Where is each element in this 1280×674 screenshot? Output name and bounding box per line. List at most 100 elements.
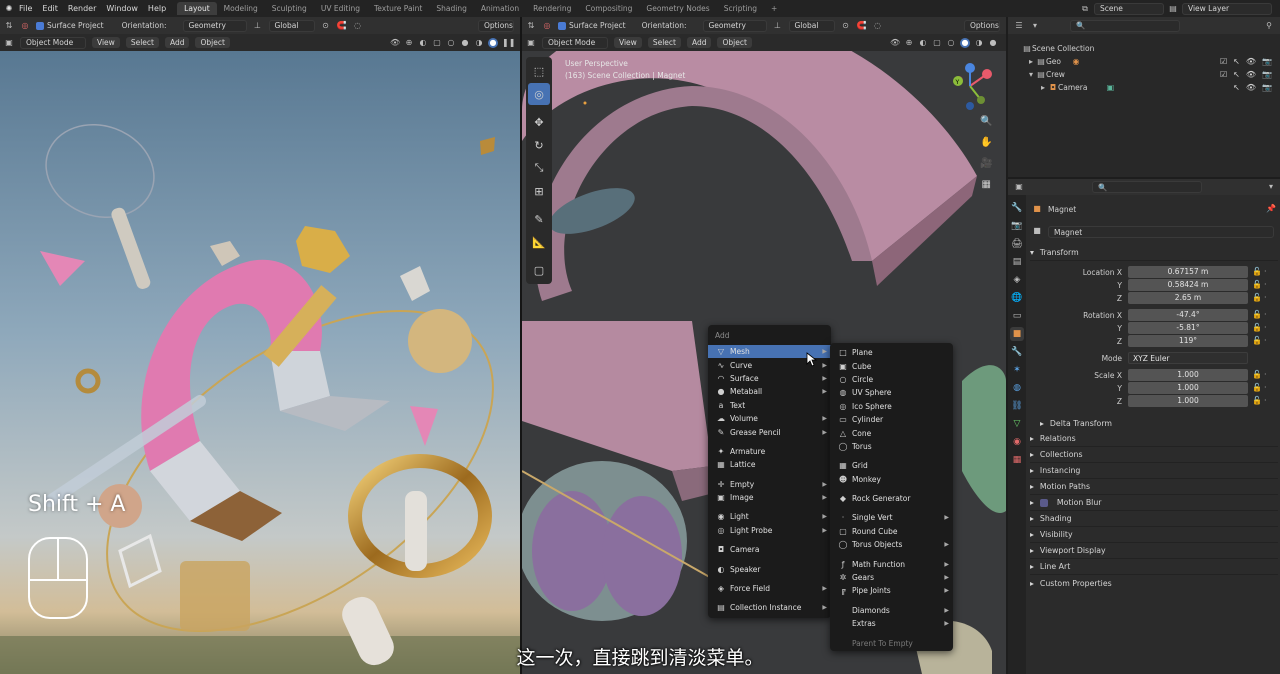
motion-blur-checkbox[interactable] <box>1039 498 1048 507</box>
add-menu-item-speaker[interactable]: ◐ Speaker <box>708 562 831 575</box>
proportional-edit-icon[interactable]: ◌ <box>873 21 883 31</box>
mesh-menu-item-uv-sphere[interactable]: ◍ UV Sphere <box>830 386 953 399</box>
pin-icon[interactable]: 📌 <box>1266 204 1276 214</box>
render-tab-icon[interactable]: 📷 <box>1010 219 1024 233</box>
display-mode-icon[interactable]: ▾ <box>1030 21 1040 31</box>
add-menu-item-image[interactable]: ▣ Image ▶ <box>708 491 831 504</box>
expand-arrow-icon[interactable]: ▾ <box>1026 70 1036 80</box>
snap-icon[interactable]: 🧲 <box>857 21 867 31</box>
add-menu-item-armature[interactable]: ✦ Armature <box>708 445 831 458</box>
tab-modeling[interactable]: Modeling <box>217 2 265 15</box>
add-menu-item-empty[interactable]: ✛ Empty ▶ <box>708 478 831 491</box>
camera-icon[interactable]: 📷 <box>1262 57 1272 66</box>
surface-project-toggle[interactable]: Surface Project <box>36 21 104 30</box>
keyframe-dot-icon[interactable]: · <box>1264 370 1267 379</box>
mesh-menu-item-math-function[interactable]: ƒ Math Function ▶ <box>830 557 953 570</box>
transform-tool[interactable]: ⊞ <box>528 180 550 202</box>
viewport-display-section[interactable]: ▸ Viewport Display <box>1030 543 1278 559</box>
collections-section[interactable]: ▸ Collections <box>1030 447 1278 463</box>
mesh-menu-item-gears[interactable]: ✲ Gears ▶ <box>830 571 953 584</box>
keyframe-dot-icon[interactable]: · <box>1264 293 1267 302</box>
eye-icon[interactable]: 👁 <box>1246 57 1256 66</box>
relations-section[interactable]: ▸ Relations <box>1030 431 1278 447</box>
surface-project-checkbox[interactable] <box>36 22 44 30</box>
object-name-field[interactable]: Magnet <box>1048 226 1274 238</box>
physics-tab-icon[interactable]: ◍ <box>1010 381 1024 395</box>
snap-icon[interactable]: 🧲 <box>337 21 347 31</box>
mode-select[interactable]: Object Mode <box>20 36 86 49</box>
lock-icon[interactable]: 🔓 <box>1252 323 1262 332</box>
tab-geometry-nodes[interactable]: Geometry Nodes <box>639 2 716 15</box>
transform-space-icon[interactable]: ⊥ <box>773 21 783 31</box>
tab-sculpting[interactable]: Sculpting <box>265 2 314 15</box>
cursor-tool[interactable]: ◎ <box>528 83 550 105</box>
mesh-menu-item-single-vert[interactable]: · Single Vert ▶ <box>830 511 953 524</box>
add-menu-item-force-field[interactable]: ◈ Force Field ▶ <box>708 582 831 595</box>
texture-tab-icon[interactable]: ▦ <box>1010 453 1024 467</box>
mesh-menu-item-cube[interactable]: ▣ Cube <box>830 359 953 372</box>
rotation-x-field[interactable]: -47.4° <box>1128 309 1248 321</box>
properties-editor-icon[interactable]: ▣ <box>1014 182 1024 192</box>
add-menu-item-text[interactable]: a Text <box>708 399 831 412</box>
grid-view-icon[interactable]: ▦ <box>982 179 991 190</box>
instancing-section[interactable]: ▸ Instancing <box>1030 463 1278 479</box>
menu-object[interactable]: Object <box>195 37 230 48</box>
camera-view-icon[interactable]: 🎥 <box>980 158 992 169</box>
visibility-section[interactable]: ▸ Visibility <box>1030 527 1278 543</box>
view-layer-icon[interactable]: ▤ <box>1168 4 1178 14</box>
options-button[interactable]: Options <box>964 19 1000 32</box>
keyframe-dot-icon[interactable]: · <box>1264 336 1267 345</box>
mesh-menu-item-ico-sphere[interactable]: ◎ Ico Sphere <box>830 400 953 413</box>
scale-z-field[interactable]: 1.000 <box>1128 395 1248 407</box>
lock-icon[interactable]: 🔓 <box>1252 396 1262 405</box>
mesh-menu-item-cone[interactable]: △ Cone <box>830 426 953 439</box>
eye-icon[interactable]: 👁 <box>1246 83 1256 92</box>
add-cube-tool[interactable]: ▢ <box>528 259 550 281</box>
visibility-icon[interactable]: 👁 <box>390 38 400 48</box>
properties-options-icon[interactable]: ▾ <box>1266 182 1276 192</box>
delta-transform-section[interactable]: ▸ Delta Transform <box>1030 415 1278 431</box>
options-button[interactable]: Options <box>478 19 514 32</box>
select-box-tool[interactable]: ⬚ <box>528 60 550 82</box>
filter-icon[interactable]: ⚲ <box>1264 21 1274 31</box>
location-x-field[interactable]: 0.67157 m <box>1128 266 1248 278</box>
rotation-mode-select[interactable]: XYZ Euler <box>1128 352 1248 364</box>
collection-tab-icon[interactable]: ▭ <box>1010 309 1024 323</box>
pivot-icon[interactable]: ⊙ <box>841 21 851 31</box>
scale-x-field[interactable]: 1.000 <box>1128 369 1248 381</box>
select-arrow-icon[interactable]: ↖ <box>1233 83 1240 92</box>
mesh-menu-item-torus-objects[interactable]: ◯ Torus Objects ▶ <box>830 538 953 551</box>
overlay-icon[interactable]: ◐ <box>918 38 928 48</box>
motion-blur-section[interactable]: ▸ Motion Blur <box>1030 495 1278 511</box>
pan-hand-icon[interactable]: ✋ <box>980 137 992 148</box>
rendered-shading-icon[interactable]: ● <box>988 38 998 48</box>
mesh-menu-item-circle[interactable]: ○ Circle <box>830 373 953 386</box>
pivot-icon[interactable]: ⊙ <box>321 21 331 31</box>
properties-search[interactable]: 🔍 <box>1092 181 1202 193</box>
mesh-menu-item-extras[interactable]: Extras ▶ <box>830 617 953 630</box>
tab-layout[interactable]: Layout <box>177 2 217 15</box>
menu-select[interactable]: Select <box>125 37 159 48</box>
menu-add[interactable]: Add <box>164 37 190 48</box>
navigation-gizmo[interactable]: Y <box>950 58 1000 116</box>
lock-icon[interactable]: 🔓 <box>1252 383 1262 392</box>
world-tab-icon[interactable]: 🌐 <box>1010 291 1024 305</box>
outliner-editor-icon[interactable]: ☰ <box>1014 21 1024 31</box>
constraints-tab-icon[interactable]: ⛓ <box>1010 399 1024 413</box>
menu-edit[interactable]: Edit <box>37 4 63 13</box>
menu-window[interactable]: Window <box>101 4 143 13</box>
modifier-tab-icon[interactable]: 🔧 <box>1010 345 1024 359</box>
wireframe-shading-icon[interactable]: ○ <box>946 38 956 48</box>
output-tab-icon[interactable]: 🖨 <box>1010 237 1024 251</box>
overlay-icon[interactable]: ◐ <box>418 38 428 48</box>
add-menu-item-surface[interactable]: ◠ Surface ▶ <box>708 372 831 385</box>
lock-icon[interactable]: 🔓 <box>1252 336 1262 345</box>
menu-select[interactable]: Select <box>647 37 681 48</box>
mesh-menu-item-torus[interactable]: ◯ Torus <box>830 440 953 453</box>
outliner-row-crew[interactable]: ▾ ▤ Crew ☑ ↖ 👁 📷 <box>1008 68 1280 81</box>
mesh-menu-item-pipe-joints[interactable]: ╔ Pipe Joints ▶ <box>830 584 953 597</box>
tool-tab-icon[interactable]: 🔧 <box>1010 201 1024 215</box>
editor-type-icon[interactable]: ▣ <box>4 38 14 48</box>
motion-paths-section[interactable]: ▸ Motion Paths <box>1030 479 1278 495</box>
xray-icon[interactable]: ▢ <box>432 38 442 48</box>
